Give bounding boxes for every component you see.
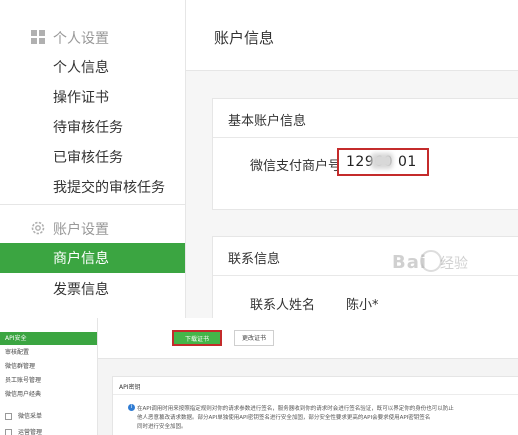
- card-title: 联系信息: [228, 252, 281, 267]
- info-icon: i: [128, 404, 135, 411]
- card-title: API密钥: [119, 384, 141, 391]
- api-key-card: API密钥 i 在API调用时用来按照指定规则对你的请求参数进行签名，服务器收到…: [112, 376, 518, 435]
- sidebar-item-label: 待审核任务: [53, 120, 123, 136]
- merchant-id-label: 微信支付商户号: [250, 159, 342, 174]
- sidebar-item-operation-cert[interactable]: 操作证书: [0, 82, 185, 112]
- page-title: 账户信息: [214, 29, 275, 47]
- sidebar-group-account: 账户设置: [0, 213, 185, 243]
- sidebar-item-personal-info[interactable]: 个人信息: [0, 52, 185, 82]
- notice-line: 在API调用时用来按照指定规则对你的请求参数进行签名，服务器收到你的请求时会进行…: [137, 406, 454, 412]
- sidebar-item-label: 发票信息: [53, 282, 109, 298]
- watermark-suffix: 经验: [440, 256, 468, 272]
- sidebar-item-submitted-tasks[interactable]: 我提交的审核任务: [0, 172, 185, 202]
- sidebar-item-label: 操作证书: [53, 90, 109, 106]
- sidebar-item-label: 运营管理: [18, 429, 43, 435]
- sidebar-group-label: 个人设置: [53, 31, 109, 47]
- change-cert-button[interactable]: 更改证书: [234, 330, 274, 346]
- contact-name-value: 陈小*: [346, 298, 379, 313]
- sidebar-item-label: 微信用户经典: [5, 391, 42, 398]
- sidebar-group-label: 账户设置: [53, 222, 109, 238]
- sidebar-item-group-manage[interactable]: 微信群管理: [0, 360, 97, 373]
- sidebar-item-invoice-info[interactable]: 发票信息: [0, 274, 185, 304]
- card-header: 联系信息: [213, 237, 518, 276]
- menu-icon: [5, 429, 12, 435]
- sidebar-item-merchant-info[interactable]: 商户信息: [0, 243, 185, 273]
- sidebar-item-pending-tasks[interactable]: 待审核任务: [0, 112, 185, 142]
- sidebar: 个人设置 个人信息 操作证书 待审核任务 已审核任务 我提交的审核任务 账户设置…: [0, 0, 186, 318]
- sidebar-item-staff-accounts[interactable]: 员工账号管理: [0, 374, 97, 387]
- redaction-blur: [371, 153, 393, 169]
- sidebar-item-operations[interactable]: 运营管理: [0, 426, 97, 435]
- api-security-screenshot: API安全 审核配置 微信群管理 员工账号管理 微信用户经典 微信采单 运营管理…: [0, 318, 518, 435]
- notice-line: 他人恶意篡改请求数据。部分API单独使用API密钥签名进行安全加固，部分安全性要…: [137, 415, 431, 421]
- sidebar-group-personal: 个人设置: [0, 22, 185, 52]
- sidebar-item-label: 微信采单: [18, 413, 43, 420]
- sidebar-item-review-config[interactable]: 审核配置: [0, 346, 97, 359]
- sidebar-item-wechat-users[interactable]: 微信用户经典: [0, 388, 97, 401]
- cert-toolbar: [98, 318, 518, 359]
- sidebar-item-wechat-menu[interactable]: 微信采单: [0, 410, 97, 423]
- sidebar-item-label: API安全: [5, 335, 27, 342]
- sidebar-item-label: 商户信息: [53, 251, 109, 267]
- sidebar-divider: [0, 204, 185, 205]
- sidebar-item-label: 个人信息: [53, 60, 109, 76]
- sidebar-item-label: 我提交的审核任务: [53, 180, 165, 196]
- divider: [113, 394, 518, 395]
- bottom-sidebar: API安全 审核配置 微信群管理 员工账号管理 微信用户经典 微信采单 运营管理: [0, 318, 98, 435]
- notice-line: 同时进行安全加固。: [137, 424, 187, 430]
- paw-icon: [420, 250, 442, 272]
- merchant-settings-screenshot: 个人设置 个人信息 操作证书 待审核任务 已审核任务 我提交的审核任务 账户设置…: [0, 0, 518, 318]
- card-title: 基本账户信息: [228, 114, 307, 129]
- gear-icon: [31, 221, 45, 235]
- grid-icon: [31, 30, 45, 44]
- sidebar-item-label: 员工账号管理: [5, 377, 42, 384]
- sidebar-item-label: 已审核任务: [53, 150, 123, 166]
- download-cert-button[interactable]: 下载证书: [172, 330, 222, 346]
- card-header: 基本账户信息: [213, 99, 518, 138]
- menu-icon: [5, 413, 12, 420]
- sidebar-item-label: 审核配置: [5, 349, 30, 356]
- sidebar-item-reviewed-tasks[interactable]: 已审核任务: [0, 142, 185, 172]
- sidebar-item-api-security[interactable]: API安全: [0, 332, 97, 345]
- sidebar-item-label: 微信群管理: [5, 363, 36, 370]
- contact-name-label: 联系人姓名: [250, 298, 316, 313]
